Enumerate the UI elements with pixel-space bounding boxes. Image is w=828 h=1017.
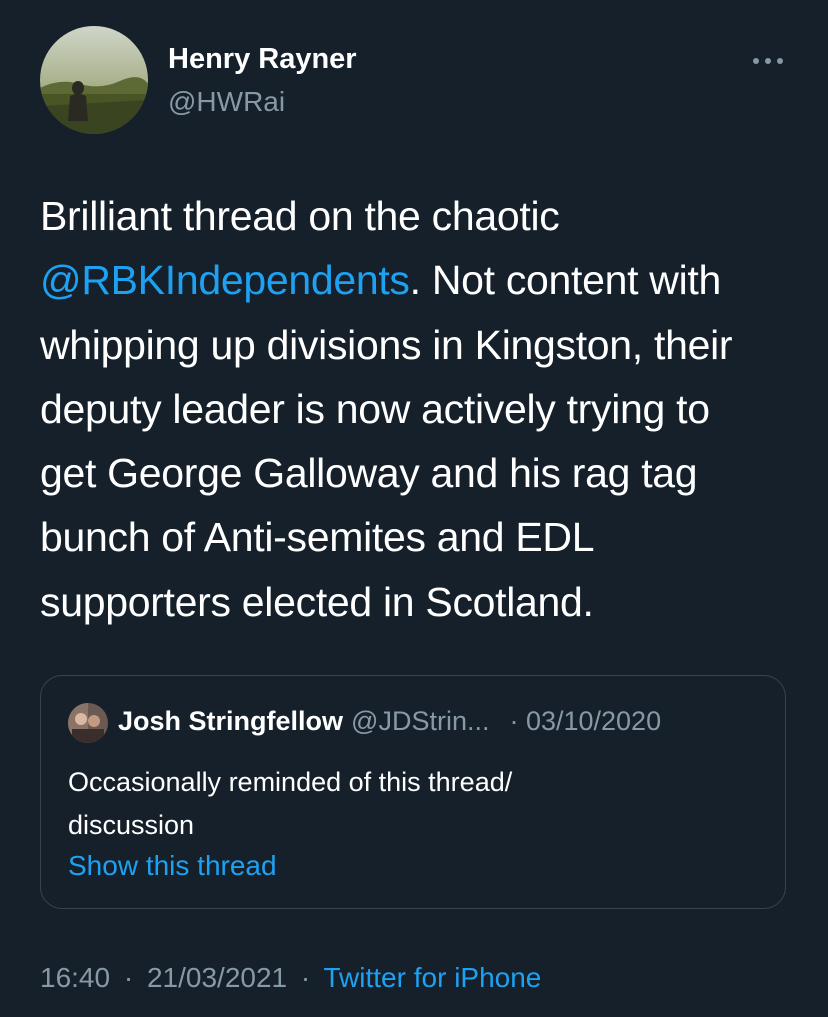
- quoted-tweet-text: Occasionally reminded of this thread/ di…: [68, 761, 758, 847]
- quoted-tweet-card[interactable]: Josh Stringfellow @JDStrin... · 03/10/2020…: [40, 675, 786, 909]
- tweet-text-line: whipping up divisions in Kingston, their: [40, 321, 733, 368]
- meta-separator: ·: [300, 962, 311, 993]
- tweet-date[interactable]: 21/03/2021: [147, 962, 287, 993]
- quoted-author-name: Josh Stringfellow: [118, 706, 344, 736]
- quoted-author-handle: @JDStrin...: [351, 706, 490, 736]
- author-handle[interactable]: @HWRai: [168, 86, 285, 118]
- author-avatar[interactable]: [40, 26, 148, 134]
- tweet-text-line: @RBKIndependents. Not content with: [40, 248, 810, 312]
- more-horizontal-icon: [753, 58, 783, 64]
- author-display-name[interactable]: Henry Rayner: [168, 43, 357, 76]
- tweet-text-line: get George Galloway and his rag tag: [40, 450, 698, 497]
- quoted-tweet-date: · 03/10/2020: [509, 706, 662, 736]
- tweet-source-link[interactable]: Twitter for iPhone: [324, 962, 542, 993]
- tweet-metadata: 16:40 · 21/03/2021 · Twitter for iPhone: [40, 962, 541, 994]
- quoted-tweet-header: Josh Stringfellow @JDStrin... · 03/10/2020: [118, 706, 661, 737]
- tweet-body: Brilliant thread on the chaotic @RBKInde…: [40, 184, 810, 634]
- tweet-text-line: deputy leader is now actively trying to: [40, 385, 710, 432]
- quoted-author-avatar: [68, 703, 108, 743]
- mention-link[interactable]: @RBKIndependents: [40, 257, 410, 303]
- show-thread-link[interactable]: Show this thread: [68, 850, 277, 882]
- more-options-button[interactable]: [744, 46, 792, 76]
- tweet-text-line: supporters elected in Scotland.: [40, 578, 594, 625]
- meta-separator: ·: [123, 962, 134, 993]
- quoted-text-line: discussion: [68, 810, 195, 840]
- quoted-text-line: Occasionally reminded of this thread/: [68, 767, 513, 797]
- tweet-text-line: Brilliant thread on the chaotic: [40, 193, 560, 239]
- tweet-text-fragment: . Not content with: [409, 257, 722, 304]
- tweet-time[interactable]: 16:40: [40, 962, 110, 993]
- tweet-detail: Henry Rayner @HWRai Brilliant thread on …: [0, 0, 828, 1017]
- tweet-text-line: bunch of Anti-semites and EDL: [40, 514, 595, 561]
